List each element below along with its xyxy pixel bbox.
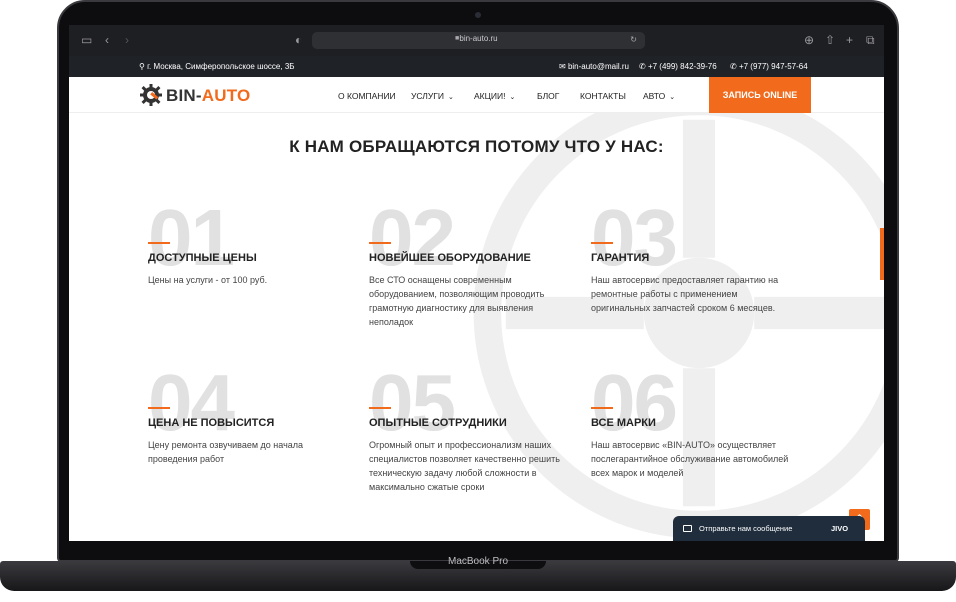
screen: ▭ ‹ › ◐ ■ bin-auto.ru ↻ ⊕ ⇧ + ⧉ ⚲ г. Мос…: [69, 25, 884, 541]
email-item[interactable]: ✉ bin-auto@mail.ru: [559, 62, 629, 71]
nav-label: О компании: [338, 91, 396, 101]
nav-item-promotions[interactable]: Акции! ⌄: [474, 91, 515, 101]
phone1-item[interactable]: ✆ +7 (499) 842-39-76: [639, 62, 717, 71]
url-text: bin-auto.ru: [459, 34, 498, 43]
logo-part1: BIN-: [166, 86, 202, 105]
reload-icon[interactable]: ↻: [630, 35, 637, 44]
feature-title: Опытные сотрудники: [369, 417, 507, 429]
back-icon[interactable]: ‹: [105, 34, 109, 46]
address-item: ⚲ г. Москва, Симферопольское шоссе, 3Б: [139, 62, 295, 71]
feature-text: Все СТО оснащены современным оборудовани…: [369, 275, 545, 327]
chat-widget[interactable]: Отправьте нам сообщение JIVO: [673, 516, 865, 541]
feature-number: 01: [148, 193, 235, 282]
main-nav: BIN-AUTO О компании Услуги ⌄ Акции! ⌄ Блог…: [69, 77, 884, 113]
sidebar-toggle-icon[interactable]: ▭: [81, 34, 92, 46]
feature-text: Огромный опыт и профессионализм наших сп…: [369, 440, 560, 492]
logo-wordmark[interactable]: BIN-AUTO: [166, 86, 250, 106]
download-icon[interactable]: ⊕: [804, 34, 814, 46]
contact-bar: ⚲ г. Москва, Симферопольское шоссе, 3Б ✉…: [69, 56, 884, 77]
nav-item-services[interactable]: Услуги ⌄: [411, 91, 454, 101]
chevron-down-icon: ⌄: [509, 94, 516, 101]
laptop-frame: ▭ ‹ › ◐ ■ bin-auto.ru ↻ ⊕ ⇧ + ⧉ ⚲ г. Мос…: [0, 0, 956, 602]
forward-icon[interactable]: ›: [125, 34, 129, 46]
section-title: К НАМ ОБРАЩАЮТСЯ ПОТОМУ ЧТО У НАС:: [289, 137, 664, 156]
side-feedback-tab[interactable]: [880, 228, 884, 280]
nav-label: Контакты: [580, 91, 626, 101]
feature-title: Гарантия: [591, 252, 650, 264]
phone1-text: +7 (499) 842-39-76: [647, 62, 717, 71]
chat-brand: JIVO: [831, 524, 849, 533]
feature-text: Цены на услуги - от 100 руб.: [148, 275, 268, 285]
share-icon[interactable]: ⇧: [825, 34, 835, 46]
feature-title: Новейшее оборудование: [369, 252, 531, 264]
accent-line: [148, 407, 170, 409]
feature-title: Цена не повысится: [148, 417, 275, 429]
phone2-text: +7 (977) 947-57-64: [738, 62, 808, 71]
nav-item-about[interactable]: О компании: [338, 91, 396, 101]
nav-label: Авто: [643, 91, 666, 101]
chevron-down-icon: ⌄: [447, 94, 454, 101]
tab-overview-icon[interactable]: ⧉: [866, 34, 875, 46]
nav-label: Акции!: [474, 91, 506, 101]
accent-line: [591, 407, 613, 409]
feature-number: 03: [591, 193, 678, 282]
feature-number: 05: [369, 358, 456, 447]
feature-title: Доступные цены: [148, 252, 257, 264]
accent-line: [369, 242, 391, 244]
nav-label: Услуги: [411, 91, 444, 101]
feature-title: Все марки: [591, 417, 656, 429]
mail-icon: ✉: [559, 62, 566, 71]
nav-item-contacts[interactable]: Контакты: [580, 91, 626, 101]
book-online-button[interactable]: ЗАПИСЬ ONLINE: [709, 77, 811, 113]
address-bar[interactable]: ■ bin-auto.ru ↻: [312, 32, 645, 49]
feature-text: Наш автосервис предоставляет гарантию на…: [591, 275, 779, 313]
phone-icon: ✆: [730, 62, 737, 71]
nav-item-auto[interactable]: Авто ⌄: [643, 91, 675, 101]
phone2-item[interactable]: ✆ +7 (977) 947-57-64: [730, 62, 808, 71]
webcam: [475, 12, 481, 18]
nav-label: Блог: [537, 91, 560, 101]
feature-text: Цену ремонта озвучиваем до начала провед…: [148, 440, 304, 464]
email-text: bin-auto@mail.ru: [567, 62, 629, 71]
feature-number: 06: [591, 358, 678, 447]
address-text: г. Москва, Симферопольское шоссе, 3Б: [147, 62, 295, 71]
nav-item-blog[interactable]: Блог: [537, 91, 559, 101]
accent-line: [591, 242, 613, 244]
feature-number: 04: [148, 358, 235, 447]
accent-line: [369, 407, 391, 409]
new-tab-icon[interactable]: +: [846, 34, 853, 46]
location-pin-icon: ⚲: [139, 62, 145, 71]
browser-toolbar: ▭ ‹ › ◐ ■ bin-auto.ru ↻ ⊕ ⇧ + ⧉: [69, 25, 884, 56]
logo-part2: AUTO: [201, 86, 251, 105]
feature-text: Наш автосервис «BIN-AUTO» осуществляет п…: [591, 440, 789, 478]
privacy-shield-icon[interactable]: ◐: [295, 34, 302, 46]
device-label: MacBook Pro: [447, 556, 509, 567]
feature-number: 02: [369, 193, 456, 282]
accent-line: [148, 242, 170, 244]
chevron-down-icon: ⌄: [669, 94, 676, 101]
gear-logo-icon[interactable]: [139, 83, 163, 107]
phone-icon: ✆: [639, 62, 646, 71]
chat-label: Отправьте нам сообщение: [699, 524, 793, 533]
features-section: К НАМ ОБРАЩАЮТСЯ ПОТОМУ ЧТО У НАС: 01 До…: [69, 113, 884, 541]
message-icon: [683, 525, 692, 532]
